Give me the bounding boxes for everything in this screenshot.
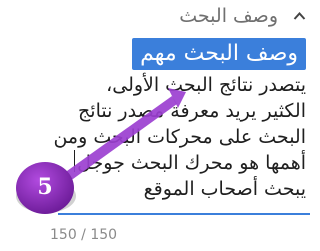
description-textarea[interactable]: وصف البحث مهم يتصدر نتائج البحث الأولى، … bbox=[53, 36, 306, 214]
description-line: يبحث أصحاب الموقع bbox=[143, 178, 306, 200]
text-caret bbox=[74, 150, 75, 172]
seo-description-panel: وصف البحث وصف البحث مهم يتصدر نتائج البح… bbox=[0, 0, 320, 251]
description-line: الكثير يريد معرفة مصدر نتائج bbox=[78, 100, 306, 122]
textarea-focus-underline bbox=[58, 213, 310, 215]
selected-heading-text: وصف البحث مهم bbox=[132, 38, 306, 70]
description-line: يتصدر نتائج البحث الأولى، bbox=[106, 74, 306, 96]
chevron-up-icon[interactable] bbox=[293, 10, 306, 23]
character-counter: 150 / 150 bbox=[50, 227, 118, 243]
description-line: أهمها هو محرك البحث جوجل bbox=[77, 152, 306, 174]
description-line: البحث على محركات البحث ومن bbox=[53, 126, 306, 148]
section-title: وصف البحث bbox=[179, 5, 278, 27]
step-number: 5 bbox=[37, 174, 53, 200]
section-header[interactable]: وصف البحث bbox=[0, 0, 320, 34]
